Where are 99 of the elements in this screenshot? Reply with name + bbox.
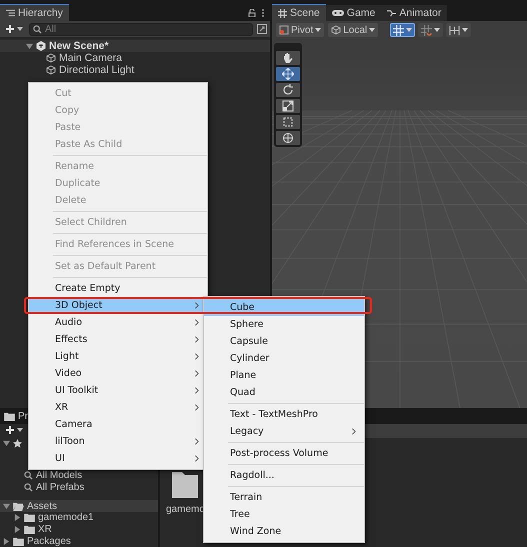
menu-item[interactable]: Text - TextMeshPro [204,406,364,423]
plus-icon [5,24,15,34]
scale-icon [282,100,294,112]
chevron-icon [195,302,199,309]
project-tab[interactable]: Pr [18,411,28,422]
hierarchy-item[interactable]: Main Camera [59,52,122,64]
folder-icon [13,502,24,511]
menu-item[interactable]: Camera [29,416,207,433]
create-dropdown-button[interactable] [3,24,25,34]
chevron-icon [195,455,199,462]
menu-item[interactable]: Sphere [204,316,364,333]
move-arrows-icon [282,68,294,80]
align-icon [449,24,460,36]
tool-button[interactable] [276,67,300,81]
list-icon [6,9,15,17]
folder-icon [24,524,35,534]
branch-icon [387,8,396,18]
expand-arrow-icon[interactable] [3,538,10,545]
search-icon [24,482,33,492]
menu-item[interactable]: Wind Zone [204,523,364,540]
view-tab[interactable]: Game [326,5,382,21]
plus-icon [5,425,15,436]
folder-item[interactable]: Assets [27,500,58,512]
cube-icon [46,65,56,75]
caret-icon [434,28,440,32]
view-tab[interactable]: Animator [381,5,448,21]
folder-icon [4,412,15,422]
menu-item[interactable]: Light [29,348,207,365]
create-dropdown-button[interactable] [3,425,25,436]
menu-item[interactable]: UI Toolkit [29,382,207,399]
caret-icon [406,28,412,32]
chevron-icon [195,404,199,411]
lock-icon[interactable] [248,9,256,17]
search-field[interactable]: All [29,22,253,36]
hand-icon [282,52,294,64]
search-icon [33,24,42,34]
caret-icon [17,27,23,31]
space-dropdown[interactable]: Local [328,23,378,37]
chevron-icon [195,387,199,394]
tool-button[interactable] [276,99,300,113]
menu-item[interactable]: XR [29,399,207,416]
chevron-icon [352,428,356,435]
pivot-dropdown[interactable]: Pivot [276,23,324,37]
scene-view-option-button[interactable] [418,23,444,37]
chevron-icon [195,319,199,326]
gamepad-icon [332,9,344,17]
search-icon [24,471,33,480]
tool-button[interactable] [276,115,300,129]
expand-arrow-icon[interactable] [26,42,33,50]
folder-item[interactable]: gamemode1 [38,512,94,524]
menu-item[interactable]: lilToon [29,433,207,450]
menu-item[interactable]: Capsule [204,333,364,350]
chevron-icon [195,370,199,377]
tool-button[interactable] [276,51,300,65]
hierarchy-tab[interactable]: Hierarchy [0,4,69,21]
menu-item[interactable]: Video [29,365,207,382]
favorite-item[interactable]: All Prefabs [36,482,84,493]
transform-icon [282,132,294,144]
grid-icon [393,24,404,36]
hierarchy-item[interactable]: Directional Light [59,64,134,76]
chevron-icon [195,353,199,360]
expand-window-icon[interactable] [257,24,267,34]
grid-icon [278,8,287,18]
chevron-icon [195,438,199,445]
expand-arrow-icon[interactable] [3,440,10,447]
menu-item[interactable]: Quad [204,384,364,401]
folder-item[interactable]: XR [38,524,52,535]
rect-tool-icon [282,116,294,128]
scene-view-option-button[interactable] [446,23,472,37]
menu-item[interactable]: Effects [29,331,207,348]
caret-icon [369,28,376,32]
favorite-item[interactable]: All Models [36,470,82,482]
caret-icon [315,28,322,32]
menu-item[interactable]: Audio [29,314,207,331]
grid-magnet-icon [421,24,432,36]
rotate-icon [282,84,294,96]
folder-item[interactable]: Packages [27,536,71,547]
menu-item[interactable]: Ragdoll... [204,467,364,484]
menu-item[interactable]: Create Empty [29,280,207,297]
menu-item[interactable]: Post-process Volume [204,445,364,462]
view-tab[interactable]: Scene [272,4,326,21]
menu-item[interactable]: Terrain [204,489,364,506]
chevron-icon [195,336,199,343]
caret-icon [462,28,468,32]
menu-item[interactable]: Plane [204,367,364,384]
menu-item[interactable]: Legacy [204,423,364,440]
menu-item[interactable]: UI [29,450,207,467]
menu-item[interactable]: Tree [204,506,364,523]
cube-icon [46,53,56,63]
menu-item[interactable]: Cylinder [204,350,364,367]
scene-view-option-button[interactable] [390,23,416,37]
caret-icon [17,428,23,432]
star-icon [13,438,22,448]
folder-icon [13,536,24,546]
pivot-icon [279,25,289,35]
tool-button[interactable] [276,83,300,97]
expand-arrow-icon[interactable] [3,502,10,510]
tool-button[interactable] [276,131,300,145]
cube-icon [331,25,342,35]
